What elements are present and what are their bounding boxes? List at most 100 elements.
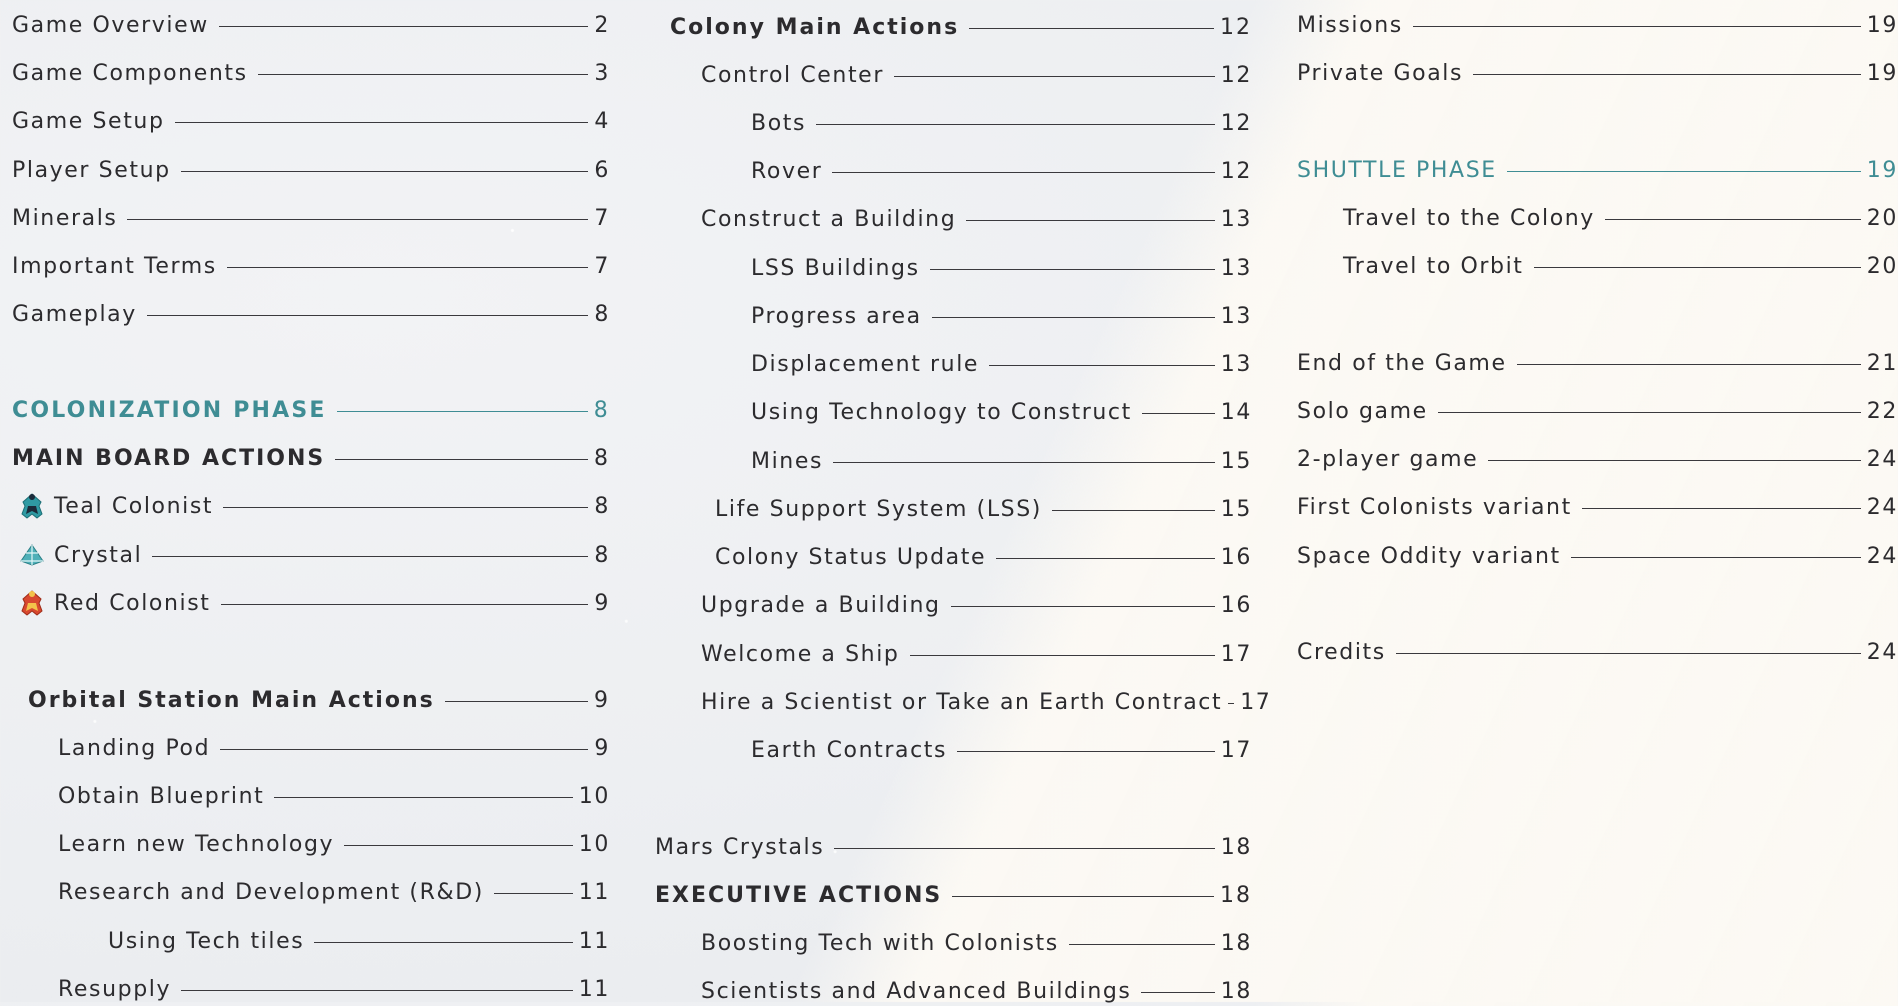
toc-entry-lss-buildings[interactable]: LSS Buildings 13 [751, 253, 1252, 283]
toc-entry-first-colonists-variant[interactable]: First Colonists variant 24 [1297, 492, 1898, 522]
toc-entry-boosting-tech-with-colonists[interactable]: Boosting Tech with Colonists 18 [701, 928, 1252, 958]
toc-entry-page: 19 [1866, 157, 1898, 183]
toc-entry-main-board-actions[interactable]: MAIN BOARD ACTIONS 8 [12, 443, 610, 473]
toc-entry-page: 15 [1220, 496, 1252, 522]
toc-entry-page: 11 [578, 879, 610, 905]
toc-entry-title: Game Overview [12, 12, 209, 38]
toc-entry-learn-new-technology[interactable]: Learn new Technology 10 [58, 829, 610, 859]
toc-entry-upgrade-a-building[interactable]: Upgrade a Building 16 [701, 590, 1252, 620]
leader-line [989, 364, 1215, 366]
toc-entry-control-center[interactable]: Control Center 12 [701, 60, 1252, 90]
toc-entry-using-tech-tiles[interactable]: Using Tech tiles 11 [108, 926, 610, 956]
toc-entry-page: 6 [594, 157, 610, 183]
toc-entry-page: 13 [1220, 351, 1252, 377]
leader-line [1473, 73, 1861, 75]
toc-entry-page: 10 [578, 783, 610, 809]
leader-line [1052, 509, 1215, 511]
leader-line [127, 218, 589, 220]
toc-entry-game-setup[interactable]: Game Setup 4 [12, 106, 610, 136]
toc-entry-page: 8 [594, 301, 610, 327]
leader-line [1488, 459, 1861, 461]
toc-entry-travel-to-orbit[interactable]: Travel to Orbit 20 [1343, 251, 1898, 281]
toc-entry-2-player-game[interactable]: 2-player game 24 [1297, 444, 1898, 474]
toc-entry-crystal[interactable]: Crystal 8 [18, 540, 610, 570]
toc-entry-title: Credits [1297, 639, 1386, 665]
toc-entry-life-support-system[interactable]: Life Support System (LSS) 15 [715, 494, 1252, 524]
toc-entry-title: End of the Game [1297, 350, 1507, 376]
toc-entry-title: Resupply [58, 976, 172, 1002]
toc-entry-research-and-development[interactable]: Research and Development (R&D) 11 [58, 877, 610, 907]
toc-entry-credits[interactable]: Credits 24 [1297, 637, 1898, 667]
toc-entry-player-setup[interactable]: Player Setup 6 [12, 155, 610, 185]
toc-entry-title: 2-player game [1297, 446, 1479, 472]
toc-entry-mines[interactable]: Mines 15 [751, 446, 1252, 476]
toc-entry-title: Using Tech tiles [108, 928, 305, 954]
toc-entry-title: Rover [751, 158, 823, 184]
toc-entry-title: Private Goals [1297, 60, 1464, 86]
leader-line [493, 892, 573, 894]
toc-entry-colonization-phase[interactable]: COLONIZATION PHASE 8 [12, 395, 610, 425]
toc-entry-teal-colonist[interactable]: Teal Colonist 8 [18, 491, 610, 521]
toc-entry-page: 22 [1866, 398, 1898, 424]
toc-entry-page: 18 [1220, 978, 1252, 1004]
toc-entry-mars-crystals[interactable]: Mars Crystals 18 [655, 832, 1252, 862]
toc-entry-page: 18 [1220, 930, 1252, 956]
toc-entry-hire-a-scientist[interactable]: Hire a Scientist or Take an Earth Contra… [701, 687, 1270, 717]
toc-entry-colony-main-actions[interactable]: Colony Main Actions 12 [670, 12, 1252, 42]
toc-entry-title: Colony Status Update [715, 544, 987, 570]
toc-entry-welcome-a-ship[interactable]: Welcome a Ship 17 [701, 639, 1252, 669]
toc-entry-page: 18 [1220, 882, 1252, 908]
toc-entry-obtain-blueprint[interactable]: Obtain Blueprint 10 [58, 781, 610, 811]
toc-entry-title: SHUTTLE PHASE [1297, 157, 1497, 183]
leader-line [146, 314, 589, 316]
toc-entry-game-components[interactable]: Game Components 3 [12, 58, 610, 88]
toc-entry-gameplay[interactable]: Gameplay 8 [12, 299, 610, 329]
leader-line [834, 847, 1215, 849]
toc-entry-page: 11 [578, 928, 610, 954]
toc-entry-title: Bots [751, 110, 807, 136]
toc-entry-red-colonist[interactable]: Red Colonist 9 [18, 588, 610, 618]
toc-entry-page: 10 [578, 831, 610, 857]
toc-entry-title: LSS Buildings [751, 255, 920, 281]
leader-line [929, 268, 1215, 270]
toc-entry-game-overview[interactable]: Game Overview 2 [12, 10, 610, 40]
toc-entry-title: Important Terms [12, 253, 217, 279]
toc-entry-shuttle-phase[interactable]: SHUTTLE PHASE 19 [1297, 155, 1898, 185]
toc-entry-displacement-rule[interactable]: Displacement rule 13 [751, 349, 1252, 379]
toc-entry-progress-area[interactable]: Progress area 13 [751, 301, 1252, 331]
toc-entry-travel-to-the-colony[interactable]: Travel to the Colony 20 [1343, 203, 1898, 233]
toc-entry-title: Boosting Tech with Colonists [701, 930, 1059, 956]
toc-entry-executive-actions[interactable]: EXECUTIVE ACTIONS 18 [655, 880, 1252, 910]
leader-line [152, 555, 589, 557]
toc-entry-using-technology-to-construct[interactable]: Using Technology to Construct 14 [751, 397, 1252, 427]
leader-line [957, 750, 1215, 752]
toc-entry-orbital-station-main-actions[interactable]: Orbital Station Main Actions 9 [28, 685, 610, 715]
toc-entry-page: 17 [1220, 641, 1252, 667]
toc-entry-solo-game[interactable]: Solo game 22 [1297, 396, 1898, 426]
toc-entry-landing-pod[interactable]: Landing Pod 9 [58, 733, 610, 763]
toc-entry-important-terms[interactable]: Important Terms 7 [12, 251, 610, 281]
toc-entry-title: Solo game [1297, 398, 1428, 424]
toc-entry-colony-status-update[interactable]: Colony Status Update 16 [715, 542, 1252, 572]
toc-entry-earth-contracts[interactable]: Earth Contracts 17 [751, 735, 1252, 765]
toc-entry-end-of-the-game[interactable]: End of the Game 21 [1297, 348, 1898, 378]
leader-line [1437, 411, 1861, 413]
toc-entry-space-oddity-variant[interactable]: Space Oddity variant 24 [1297, 541, 1898, 571]
toc-entry-page: 24 [1866, 639, 1898, 665]
leader-line [1412, 25, 1861, 27]
leader-line [1141, 991, 1215, 993]
leader-line [1516, 363, 1861, 365]
toc-entry-resupply[interactable]: Resupply 11 [58, 974, 610, 1004]
toc-entry-missions[interactable]: Missions 19 [1297, 10, 1898, 40]
toc-entry-page: 24 [1866, 494, 1898, 520]
toc-entry-bots[interactable]: Bots 12 [751, 108, 1252, 138]
leader-line [336, 410, 588, 412]
toc-entry-rover[interactable]: Rover 12 [751, 156, 1252, 186]
toc-entry-page: 17 [1240, 689, 1272, 715]
toc-entry-title: Learn new Technology [58, 831, 335, 857]
toc-entry-private-goals[interactable]: Private Goals 19 [1297, 58, 1898, 88]
leader-line [833, 461, 1215, 463]
toc-entry-construct-a-building[interactable]: Construct a Building 13 [701, 204, 1252, 234]
toc-entry-minerals[interactable]: Minerals 7 [12, 203, 610, 233]
toc-entry-title: Upgrade a Building [701, 592, 941, 618]
